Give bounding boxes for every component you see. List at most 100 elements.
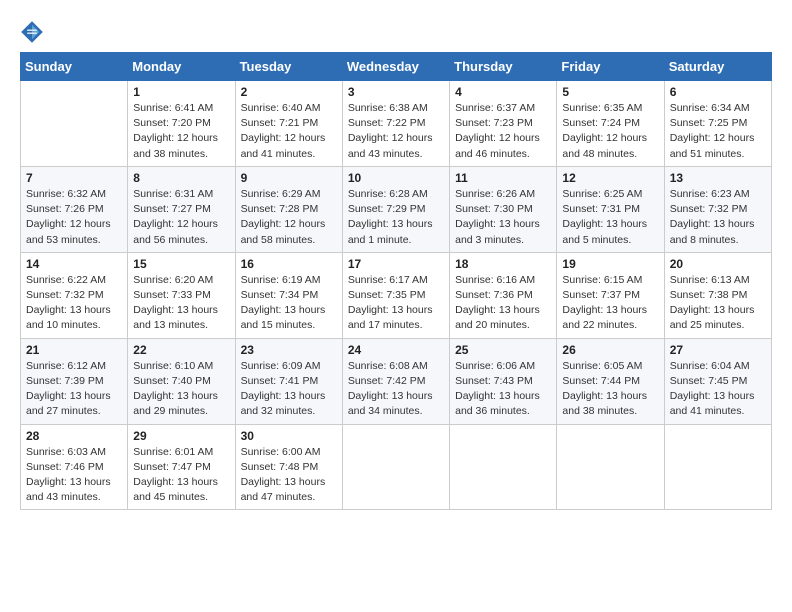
day-number: 30 xyxy=(241,429,337,443)
day-info: Sunrise: 6:04 AMSunset: 7:45 PMDaylight:… xyxy=(670,359,766,420)
calendar-cell: 18 Sunrise: 6:16 AMSunset: 7:36 PMDayligh… xyxy=(450,252,557,338)
day-number: 19 xyxy=(562,257,658,271)
day-info: Sunrise: 6:37 AMSunset: 7:23 PMDaylight:… xyxy=(455,101,551,162)
calendar-cell xyxy=(342,424,449,510)
calendar-header-thursday: Thursday xyxy=(450,53,557,81)
day-info: Sunrise: 6:06 AMSunset: 7:43 PMDaylight:… xyxy=(455,359,551,420)
day-info: Sunrise: 6:26 AMSunset: 7:30 PMDaylight:… xyxy=(455,187,551,248)
day-number: 22 xyxy=(133,343,229,357)
calendar-cell: 27 Sunrise: 6:04 AMSunset: 7:45 PMDayligh… xyxy=(664,338,771,424)
day-info: Sunrise: 6:38 AMSunset: 7:22 PMDaylight:… xyxy=(348,101,444,162)
calendar-week-row: 14 Sunrise: 6:22 AMSunset: 7:32 PMDayligh… xyxy=(21,252,772,338)
calendar-cell: 13 Sunrise: 6:23 AMSunset: 7:32 PMDayligh… xyxy=(664,166,771,252)
day-info: Sunrise: 6:17 AMSunset: 7:35 PMDaylight:… xyxy=(348,273,444,334)
day-number: 18 xyxy=(455,257,551,271)
calendar-cell: 22 Sunrise: 6:10 AMSunset: 7:40 PMDayligh… xyxy=(128,338,235,424)
calendar-cell xyxy=(21,81,128,167)
calendar-cell xyxy=(664,424,771,510)
calendar-header-saturday: Saturday xyxy=(664,53,771,81)
logo-icon xyxy=(20,20,44,44)
day-info: Sunrise: 6:08 AMSunset: 7:42 PMDaylight:… xyxy=(348,359,444,420)
day-number: 5 xyxy=(562,85,658,99)
calendar-header-tuesday: Tuesday xyxy=(235,53,342,81)
day-info: Sunrise: 6:12 AMSunset: 7:39 PMDaylight:… xyxy=(26,359,122,420)
day-info: Sunrise: 6:22 AMSunset: 7:32 PMDaylight:… xyxy=(26,273,122,334)
calendar-cell: 5 Sunrise: 6:35 AMSunset: 7:24 PMDaylight… xyxy=(557,81,664,167)
day-number: 3 xyxy=(348,85,444,99)
day-info: Sunrise: 6:35 AMSunset: 7:24 PMDaylight:… xyxy=(562,101,658,162)
calendar-cell: 26Sunrise: 6:05 AMSunset: 7:44 PMDayligh… xyxy=(557,338,664,424)
calendar-header-wednesday: Wednesday xyxy=(342,53,449,81)
calendar-cell: 21 Sunrise: 6:12 AMSunset: 7:39 PMDayligh… xyxy=(21,338,128,424)
calendar-cell: 20 Sunrise: 6:13 AMSunset: 7:38 PMDayligh… xyxy=(664,252,771,338)
day-info: Sunrise: 6:40 AMSunset: 7:21 PMDaylight:… xyxy=(241,101,337,162)
day-number: 14 xyxy=(26,257,122,271)
calendar-week-row: 21 Sunrise: 6:12 AMSunset: 7:39 PMDayligh… xyxy=(21,338,772,424)
day-info: Sunrise: 6:32 AMSunset: 7:26 PMDaylight:… xyxy=(26,187,122,248)
day-number: 15 xyxy=(133,257,229,271)
calendar-cell: 25Sunrise: 6:06 AMSunset: 7:43 PMDayligh… xyxy=(450,338,557,424)
day-info: Sunrise: 6:19 AMSunset: 7:34 PMDaylight:… xyxy=(241,273,337,334)
day-info: Sunrise: 6:16 AMSunset: 7:36 PMDaylight:… xyxy=(455,273,551,334)
calendar-cell: 23Sunrise: 6:09 AMSunset: 7:41 PMDayligh… xyxy=(235,338,342,424)
calendar-cell: 30Sunrise: 6:00 AMSunset: 7:48 PMDayligh… xyxy=(235,424,342,510)
calendar-cell: 24 Sunrise: 6:08 AMSunset: 7:42 PMDayligh… xyxy=(342,338,449,424)
day-number: 16 xyxy=(241,257,337,271)
calendar-cell: 4 Sunrise: 6:37 AMSunset: 7:23 PMDaylight… xyxy=(450,81,557,167)
day-number: 4 xyxy=(455,85,551,99)
calendar-header-monday: Monday xyxy=(128,53,235,81)
day-number: 29 xyxy=(133,429,229,443)
day-info: Sunrise: 6:34 AMSunset: 7:25 PMDaylight:… xyxy=(670,101,766,162)
calendar-cell: 14 Sunrise: 6:22 AMSunset: 7:32 PMDayligh… xyxy=(21,252,128,338)
day-info: Sunrise: 6:10 AMSunset: 7:40 PMDaylight:… xyxy=(133,359,229,420)
day-number: 9 xyxy=(241,171,337,185)
day-info: Sunrise: 6:28 AMSunset: 7:29 PMDaylight:… xyxy=(348,187,444,248)
day-number: 23 xyxy=(241,343,337,357)
day-number: 20 xyxy=(670,257,766,271)
calendar-cell: 3 Sunrise: 6:38 AMSunset: 7:22 PMDaylight… xyxy=(342,81,449,167)
calendar-cell: 29Sunrise: 6:01 AMSunset: 7:47 PMDayligh… xyxy=(128,424,235,510)
day-info: Sunrise: 6:29 AMSunset: 7:28 PMDaylight:… xyxy=(241,187,337,248)
day-info: Sunrise: 6:13 AMSunset: 7:38 PMDaylight:… xyxy=(670,273,766,334)
day-info: Sunrise: 6:05 AMSunset: 7:44 PMDaylight:… xyxy=(562,359,658,420)
day-number: 2 xyxy=(241,85,337,99)
calendar-cell: 6Sunrise: 6:34 AMSunset: 7:25 PMDaylight… xyxy=(664,81,771,167)
calendar-cell xyxy=(557,424,664,510)
day-info: Sunrise: 6:20 AMSunset: 7:33 PMDaylight:… xyxy=(133,273,229,334)
day-info: Sunrise: 6:23 AMSunset: 7:32 PMDaylight:… xyxy=(670,187,766,248)
calendar-cell: 7Sunrise: 6:32 AMSunset: 7:26 PMDaylight… xyxy=(21,166,128,252)
calendar-cell: 10 Sunrise: 6:28 AMSunset: 7:29 PMDayligh… xyxy=(342,166,449,252)
day-info: Sunrise: 6:15 AMSunset: 7:37 PMDaylight:… xyxy=(562,273,658,334)
day-number: 17 xyxy=(348,257,444,271)
calendar-cell xyxy=(450,424,557,510)
calendar-header-sunday: Sunday xyxy=(21,53,128,81)
calendar-cell: 28Sunrise: 6:03 AMSunset: 7:46 PMDayligh… xyxy=(21,424,128,510)
day-number: 1 xyxy=(133,85,229,99)
day-number: 12 xyxy=(562,171,658,185)
day-info: Sunrise: 6:41 AMSunset: 7:20 PMDaylight:… xyxy=(133,101,229,162)
day-number: 10 xyxy=(348,171,444,185)
calendar-cell: 17 Sunrise: 6:17 AMSunset: 7:35 PMDayligh… xyxy=(342,252,449,338)
calendar-header-row: SundayMondayTuesdayWednesdayThursdayFrid… xyxy=(21,53,772,81)
calendar-cell: 19 Sunrise: 6:15 AMSunset: 7:37 PMDayligh… xyxy=(557,252,664,338)
header xyxy=(20,20,772,44)
calendar-week-row: 7Sunrise: 6:32 AMSunset: 7:26 PMDaylight… xyxy=(21,166,772,252)
logo xyxy=(20,20,48,44)
day-number: 11 xyxy=(455,171,551,185)
calendar-week-row: 28Sunrise: 6:03 AMSunset: 7:46 PMDayligh… xyxy=(21,424,772,510)
calendar-cell: 9 Sunrise: 6:29 AMSunset: 7:28 PMDaylight… xyxy=(235,166,342,252)
day-number: 24 xyxy=(348,343,444,357)
day-number: 27 xyxy=(670,343,766,357)
day-info: Sunrise: 6:03 AMSunset: 7:46 PMDaylight:… xyxy=(26,445,122,506)
calendar: SundayMondayTuesdayWednesdayThursdayFrid… xyxy=(20,52,772,510)
calendar-cell: 15 Sunrise: 6:20 AMSunset: 7:33 PMDayligh… xyxy=(128,252,235,338)
calendar-header-friday: Friday xyxy=(557,53,664,81)
calendar-cell: 8Sunrise: 6:31 AMSunset: 7:27 PMDaylight… xyxy=(128,166,235,252)
day-number: 8 xyxy=(133,171,229,185)
calendar-cell: 1 Sunrise: 6:41 AMSunset: 7:20 PMDaylight… xyxy=(128,81,235,167)
calendar-cell: 16 Sunrise: 6:19 AMSunset: 7:34 PMDayligh… xyxy=(235,252,342,338)
day-number: 21 xyxy=(26,343,122,357)
day-number: 13 xyxy=(670,171,766,185)
day-info: Sunrise: 6:25 AMSunset: 7:31 PMDaylight:… xyxy=(562,187,658,248)
calendar-week-row: 1 Sunrise: 6:41 AMSunset: 7:20 PMDaylight… xyxy=(21,81,772,167)
